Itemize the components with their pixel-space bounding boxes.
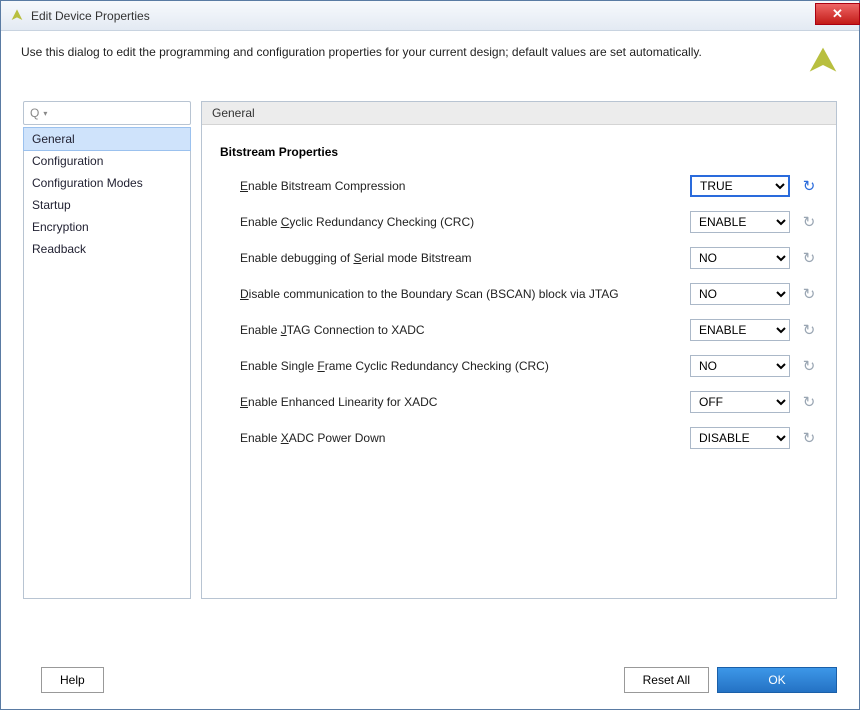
- panel-body: Bitstream Properties Enable Bitstream Co…: [202, 125, 836, 483]
- nav-item-configuration[interactable]: Configuration: [24, 150, 190, 172]
- description-text: Use this dialog to edit the programming …: [21, 45, 787, 59]
- property-select[interactable]: ENABLE: [690, 211, 790, 233]
- property-select[interactable]: ENABLE: [690, 319, 790, 341]
- properties-list: Enable Bitstream CompressionTRUE↻Enable …: [220, 175, 818, 449]
- window-title: Edit Device Properties: [31, 9, 815, 23]
- panel-heading: General: [202, 102, 836, 125]
- reset-icon[interactable]: ↻: [800, 177, 818, 195]
- property-select[interactable]: NO: [690, 247, 790, 269]
- property-row: Enable Single Frame Cyclic Redundancy Ch…: [220, 355, 818, 377]
- footer: Help Reset All OK: [41, 667, 837, 693]
- help-label: Help: [60, 673, 85, 687]
- reset-icon: ↻: [800, 357, 818, 375]
- property-label: Disable communication to the Boundary Sc…: [240, 287, 690, 301]
- property-row: Enable debugging of Serial mode Bitstrea…: [220, 247, 818, 269]
- reset-icon: ↻: [800, 321, 818, 339]
- property-row: Enable Enhanced Linearity for XADCOFF ↻: [220, 391, 818, 413]
- close-button[interactable]: ✕: [815, 3, 860, 25]
- property-row: Disable communication to the Boundary Sc…: [220, 283, 818, 305]
- chevron-down-icon: ▾: [43, 109, 47, 118]
- section-title: Bitstream Properties: [220, 145, 818, 159]
- ok-button[interactable]: OK: [717, 667, 837, 693]
- reset-icon: ↻: [800, 429, 818, 447]
- nav-item-startup[interactable]: Startup: [24, 194, 190, 216]
- property-row: Enable Cyclic Redundancy Checking (CRC)E…: [220, 211, 818, 233]
- reset-icon: ↻: [800, 285, 818, 303]
- description-row: Use this dialog to edit the programming …: [1, 31, 859, 101]
- help-button[interactable]: Help: [41, 667, 104, 693]
- dialog-body: Q ▾ GeneralConfigurationConfiguration Mo…: [1, 101, 859, 617]
- property-row: Enable JTAG Connection to XADCENABLE ↻: [220, 319, 818, 341]
- property-select[interactable]: NO: [690, 283, 790, 305]
- close-icon: ✕: [832, 6, 843, 22]
- search-icon: Q: [30, 106, 39, 120]
- property-label: Enable Bitstream Compression: [240, 179, 690, 193]
- ok-label: OK: [768, 673, 785, 687]
- titlebar: Edit Device Properties ✕: [1, 1, 859, 31]
- property-label: Enable XADC Power Down: [240, 431, 690, 445]
- sidebar: Q ▾ GeneralConfigurationConfiguration Mo…: [23, 101, 191, 599]
- nav-item-encryption[interactable]: Encryption: [24, 216, 190, 238]
- property-select[interactable]: NO: [690, 355, 790, 377]
- nav-item-configuration-modes[interactable]: Configuration Modes: [24, 172, 190, 194]
- property-label: Enable Enhanced Linearity for XADC: [240, 395, 690, 409]
- property-label: Enable JTAG Connection to XADC: [240, 323, 690, 337]
- reset-icon: ↻: [800, 213, 818, 231]
- property-row: Enable XADC Power DownDISABLE ↻: [220, 427, 818, 449]
- property-label: Enable Cyclic Redundancy Checking (CRC): [240, 215, 690, 229]
- product-logo-icon: [807, 45, 839, 77]
- main-panel: General Bitstream Properties Enable Bits…: [201, 101, 837, 599]
- reset-all-button[interactable]: Reset All: [624, 667, 709, 693]
- reset-icon: ↻: [800, 249, 818, 267]
- search-input[interactable]: Q ▾: [23, 101, 191, 125]
- dialog-window: Edit Device Properties ✕ Use this dialog…: [0, 0, 860, 710]
- nav-list: GeneralConfigurationConfiguration ModesS…: [23, 127, 191, 599]
- property-select[interactable]: TRUE: [690, 175, 790, 197]
- property-row: Enable Bitstream CompressionTRUE ↻: [220, 175, 818, 197]
- reset-all-label: Reset All: [643, 673, 690, 687]
- nav-item-readback[interactable]: Readback: [24, 238, 190, 260]
- property-select[interactable]: OFF: [690, 391, 790, 413]
- reset-icon: ↻: [800, 393, 818, 411]
- nav-item-general[interactable]: General: [23, 127, 191, 151]
- property-label: Enable Single Frame Cyclic Redundancy Ch…: [240, 359, 690, 373]
- property-label: Enable debugging of Serial mode Bitstrea…: [240, 251, 690, 265]
- property-select[interactable]: DISABLE: [690, 427, 790, 449]
- app-icon: [9, 8, 25, 24]
